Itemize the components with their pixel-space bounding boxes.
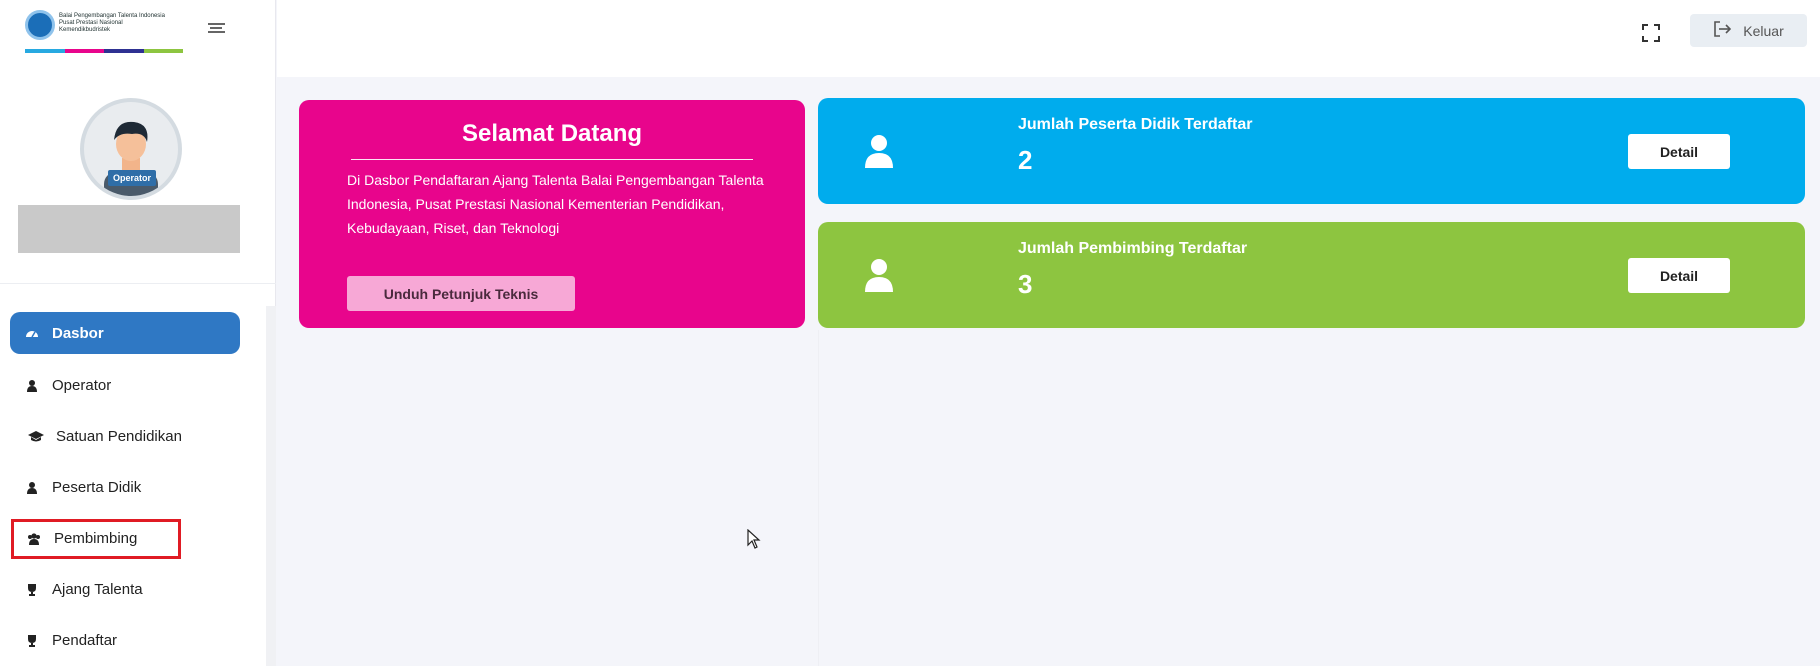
trophy-icon bbox=[12, 634, 52, 647]
detail-button[interactable]: Detail bbox=[1628, 258, 1730, 293]
avatar: Operator bbox=[80, 98, 182, 200]
sidebar-item-satuan-pendidikan[interactable]: Satuan Pendidikan bbox=[0, 411, 266, 462]
content-divider bbox=[818, 330, 819, 666]
logo-emblem-icon bbox=[25, 10, 55, 40]
sidebar-divider bbox=[0, 283, 276, 284]
logout-label: Keluar bbox=[1743, 22, 1784, 39]
trophy-icon bbox=[12, 583, 52, 596]
user-icon bbox=[12, 481, 52, 494]
welcome-divider bbox=[351, 159, 753, 160]
sidebar-item-label: Satuan Pendidikan bbox=[56, 428, 182, 445]
mouse-cursor-icon bbox=[747, 528, 761, 553]
stat-value: 2 bbox=[1018, 145, 1033, 175]
sidebar-item-label: Pendaftar bbox=[52, 632, 118, 649]
stat-card-pembimbing: Jumlah Pembimbing Terdaftar 3 Detail bbox=[818, 222, 1805, 328]
logo-text: Balai Pengembangan Talenta Indonesia Pus… bbox=[59, 13, 165, 33]
logo[interactable]: Balai Pengembangan Talenta Indonesia Pus… bbox=[25, 10, 183, 54]
logo-stripe bbox=[25, 49, 183, 53]
detail-button[interactable]: Detail bbox=[1628, 134, 1730, 169]
graduation-cap-icon bbox=[16, 430, 56, 443]
sidebar-item-label: Ajang Talenta bbox=[52, 581, 143, 598]
sidebar-item-ajang-talenta[interactable]: Ajang Talenta bbox=[0, 564, 266, 615]
sidebar-item-pembimbing[interactable]: Pembimbing bbox=[0, 513, 266, 564]
sidebar-scrollbar[interactable] bbox=[266, 306, 276, 666]
download-guide-button[interactable]: Unduh Petunjuk Teknis bbox=[347, 276, 575, 311]
highlight-box bbox=[11, 519, 181, 559]
stat-value: 3 bbox=[1018, 269, 1033, 299]
logout-button[interactable]: Keluar bbox=[1690, 14, 1807, 47]
welcome-title: Selamat Datang bbox=[461, 120, 643, 147]
welcome-description: Di Dasbor Pendaftaran Ajang Talenta Bala… bbox=[347, 172, 764, 236]
sidebar-item-label: Operator bbox=[52, 377, 112, 394]
user-icon bbox=[12, 379, 52, 392]
sidebar-item-dasbor[interactable]: Dasbor bbox=[10, 312, 240, 354]
sidebar-item-pendaftar[interactable]: Pendaftar bbox=[0, 615, 266, 666]
topbar bbox=[277, 0, 1820, 77]
sidebar-item-label: Peserta Didik bbox=[52, 479, 142, 496]
sidebar-item-operator[interactable]: Operator bbox=[0, 360, 266, 411]
person-icon bbox=[864, 258, 894, 296]
role-badge: Operator bbox=[108, 170, 156, 186]
sidebar-item-label: Dasbor bbox=[52, 324, 104, 342]
logout-icon bbox=[1713, 21, 1732, 40]
welcome-card: Selamat Datang Di Dasbor Pendaftaran Aja… bbox=[299, 100, 805, 328]
sidebar-item-peserta-didik[interactable]: Peserta Didik bbox=[0, 462, 266, 513]
sidebar: Balai Pengembangan Talenta Indonesia Pus… bbox=[0, 0, 276, 666]
person-icon bbox=[864, 134, 894, 172]
stat-label: Jumlah Peserta Didik Terdaftar bbox=[1018, 116, 1253, 133]
stat-label: Jumlah Pembimbing Terdaftar bbox=[1018, 240, 1248, 257]
dashboard-icon bbox=[12, 327, 52, 339]
stat-card-peserta-didik: Jumlah Peserta Didik Terdaftar 2 Detail bbox=[818, 98, 1805, 204]
user-name-redacted bbox=[18, 205, 240, 253]
fullscreen-icon[interactable] bbox=[1642, 24, 1660, 42]
menu-toggle-icon[interactable] bbox=[208, 23, 225, 37]
sidebar-menu: Dasbor Operator Satuan Pendidikan Pesert… bbox=[0, 306, 266, 666]
